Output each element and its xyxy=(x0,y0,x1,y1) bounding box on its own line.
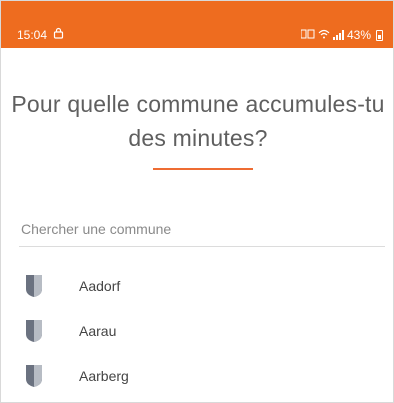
commune-list: Aadorf Aarau Aarberg xyxy=(1,263,393,398)
commune-name: Aarberg xyxy=(79,367,129,384)
list-item[interactable]: Aadorf xyxy=(1,263,393,308)
status-time: 15:04 xyxy=(17,27,48,42)
commune-name: Aadorf xyxy=(79,277,121,294)
battery-icon xyxy=(376,29,383,41)
battery-percent: 43% xyxy=(346,28,371,42)
status-right: 43% xyxy=(300,28,383,42)
shield-icon xyxy=(26,274,42,297)
lock-icon xyxy=(53,27,64,42)
page-title: Pour quelle commune accumules-tu des min… xyxy=(11,91,385,151)
list-item[interactable]: Aarberg xyxy=(1,353,393,398)
list-item[interactable]: Aarau xyxy=(1,308,393,353)
title-accent-divider xyxy=(153,168,253,170)
app-screen: 15:04 43% Pour quelle commune accumules-… xyxy=(0,0,394,403)
search-input[interactable] xyxy=(19,211,385,247)
status-bar: 15:04 43% xyxy=(1,1,393,48)
wifi-icon xyxy=(318,28,330,42)
signal-icon xyxy=(332,30,344,40)
status-left: 15:04 xyxy=(17,27,64,42)
shield-icon xyxy=(26,319,42,342)
shield-icon xyxy=(26,364,42,387)
network-type-icon xyxy=(300,28,315,42)
commune-name: Aarau xyxy=(79,322,117,339)
